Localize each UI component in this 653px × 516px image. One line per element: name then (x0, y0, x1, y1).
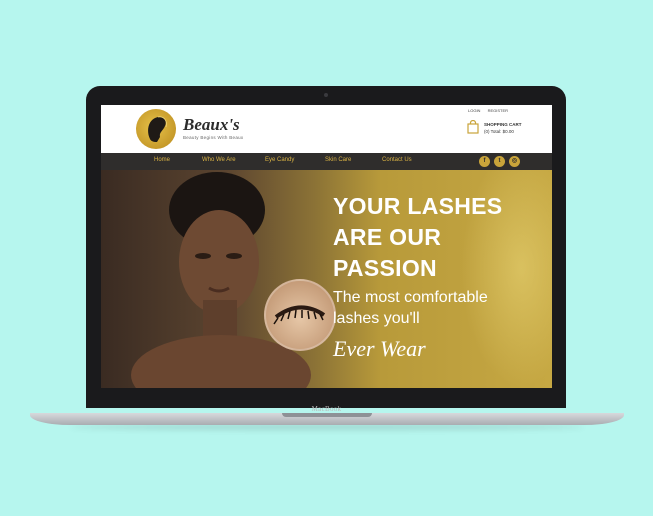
hero-headline-line-1: YOUR LASHES (333, 193, 503, 219)
logo-emblem[interactable] (136, 109, 176, 149)
laptop-brand-label: MacBook (311, 405, 342, 413)
hero-subline-1: The most comfortable (333, 289, 488, 306)
camera-icon (324, 93, 328, 97)
browser-screen: Beaux's Beauty Begins With Beaux LOGIN R… (101, 105, 552, 388)
main-nav: Home Who We Are Eye Candy Skin Care Cont… (101, 153, 552, 170)
hero-banner: YOUR LASHES ARE OUR PASSION The most com… (101, 170, 552, 388)
twitter-icon[interactable]: t (494, 156, 505, 167)
instagram-icon[interactable]: ◎ (509, 156, 520, 167)
cart-summary[interactable]: (0) Total: $0.00 (484, 129, 514, 134)
cart-title[interactable]: SHOPPING CART (484, 122, 522, 127)
account-links: LOGIN REGISTER (468, 108, 514, 113)
nav-item-home[interactable]: Home (154, 157, 170, 163)
facebook-icon[interactable]: f (479, 156, 490, 167)
lash-closeup-image (264, 279, 336, 351)
hero-headline-line-2: ARE OUR (333, 224, 442, 250)
site-header: Beaux's Beauty Begins With Beaux LOGIN R… (101, 105, 552, 153)
logo-tagline: Beauty Begins With Beaux (183, 135, 244, 140)
register-link[interactable]: REGISTER (488, 108, 508, 113)
nav-item-eye-candy[interactable]: Eye Candy (265, 157, 294, 163)
login-link[interactable]: LOGIN (468, 108, 480, 113)
nav-item-who-we-are[interactable]: Who We Are (202, 157, 236, 163)
shopping-bag-icon[interactable] (466, 120, 480, 134)
hero-script-text: Ever Wear (333, 336, 426, 361)
logo-wordmark[interactable]: Beaux's (183, 115, 240, 135)
nav-item-contact-us[interactable]: Contact Us (382, 157, 412, 163)
nav-item-skin-care[interactable]: Skin Care (325, 157, 351, 163)
hero-subline-2: lashes you'll (333, 310, 420, 327)
laptop-base-notch (282, 413, 372, 417)
hero-headline-line-3: PASSION (333, 255, 437, 281)
